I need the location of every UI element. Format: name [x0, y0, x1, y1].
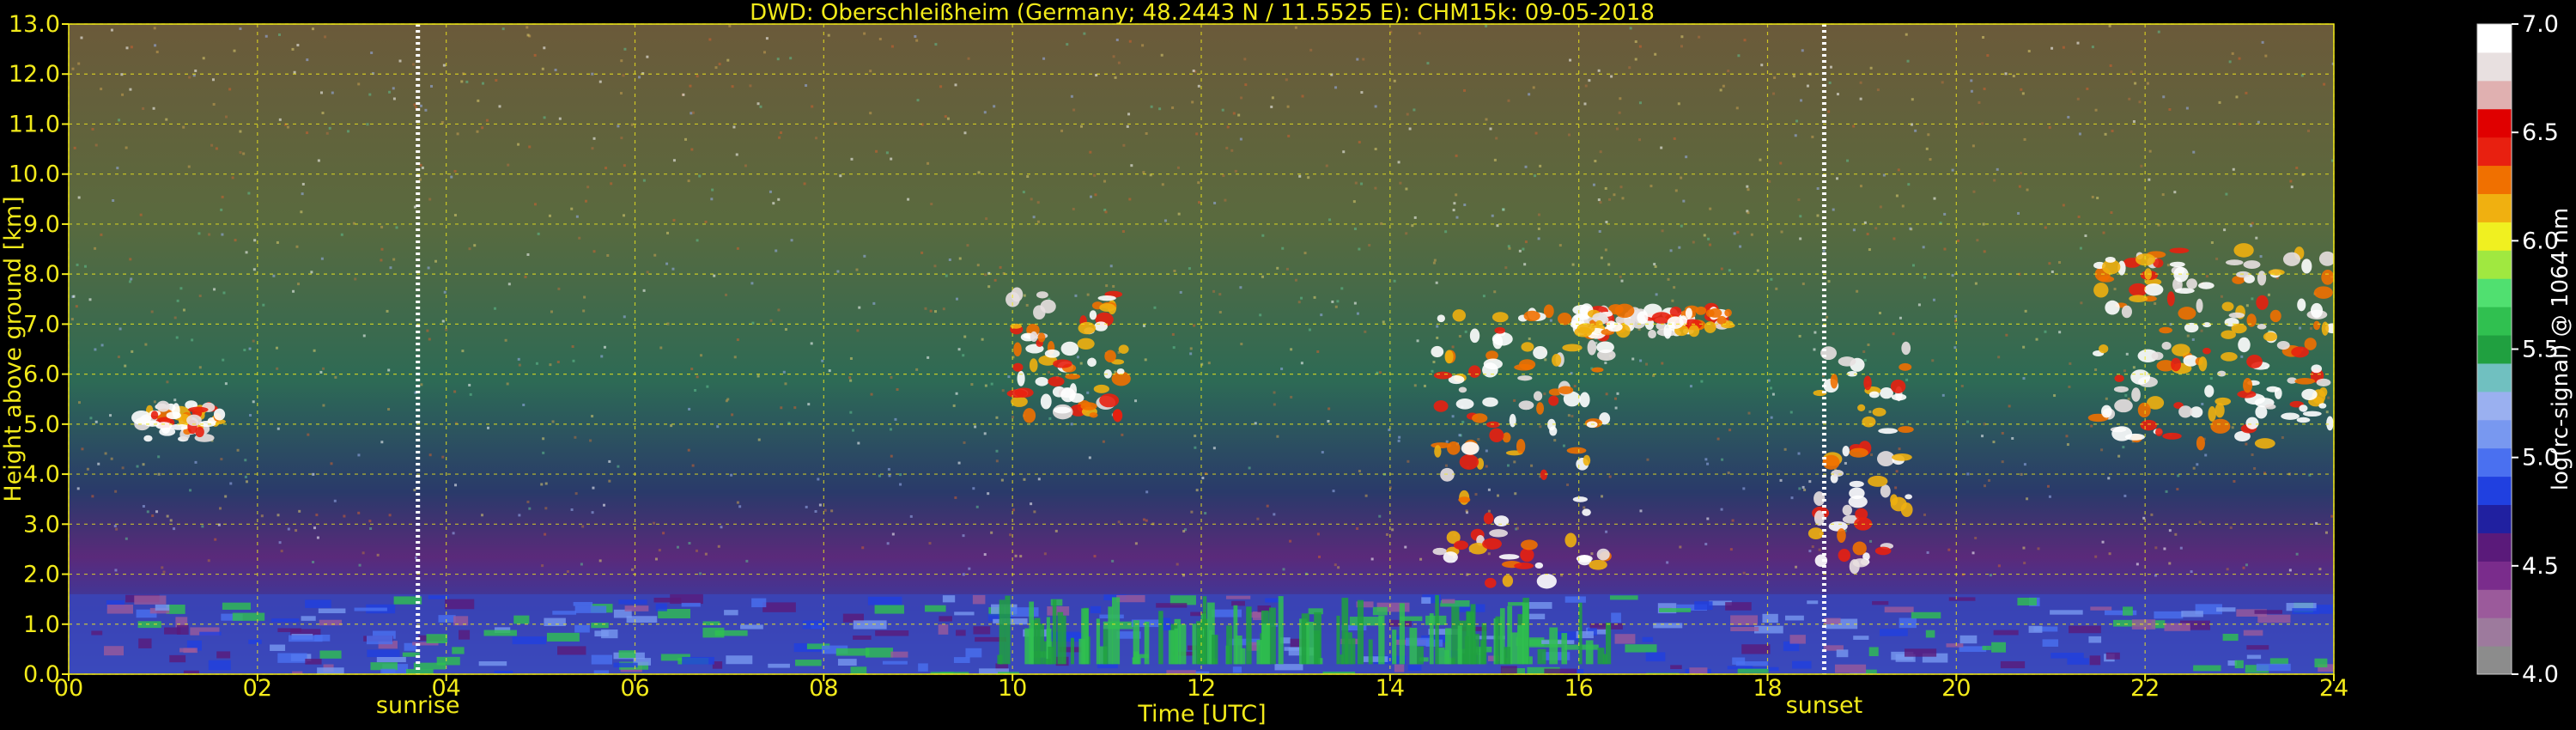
- y-tick-3.0: 3.0: [23, 511, 60, 538]
- colorbar-swatch: [2477, 307, 2512, 336]
- colorbar-swatch: [2477, 391, 2512, 421]
- ceilometer-chart: sunrise sunset 00 02 04 06 08 10 12 14 16 18 20 22 24…: [0, 0, 2573, 727]
- colorbar-swatch: [2477, 335, 2512, 364]
- chart-title: DWD: Oberschleißheim (Germany; 48.2443 N…: [750, 0, 1655, 26]
- y-tick-2.0: 2.0: [23, 562, 60, 588]
- colorbar: 4.04.55.05.56.06.57.0: [2476, 11, 2559, 688]
- colorbar-swatch: [2477, 80, 2512, 110]
- colorbar-label: log(rc-signal) @ 1064 nm: [2548, 208, 2573, 490]
- plot-area: [69, 24, 2334, 674]
- y-tick-7.0: 7.0: [23, 311, 60, 338]
- colorbar-swatch: [2477, 222, 2512, 251]
- x-tick-18: 18: [1753, 675, 1782, 702]
- y-tick-8.0: 8.0: [23, 261, 60, 288]
- y-tick-6.0: 6.0: [23, 362, 60, 388]
- colorbar-swatch: [2477, 250, 2512, 279]
- colorbar-swatch: [2477, 137, 2512, 167]
- y-axis-label: Height above ground [km]: [0, 196, 27, 502]
- y-tick-12.0: 12.0: [9, 61, 60, 88]
- x-tick-02: 02: [243, 675, 272, 702]
- colorbar-swatch: [2477, 278, 2512, 307]
- x-tick-12: 12: [1187, 675, 1216, 702]
- y-tick-4.0: 4.0: [23, 461, 60, 488]
- y-tick-9.0: 9.0: [23, 211, 60, 238]
- colorbar-swatch: [2477, 165, 2512, 194]
- x-tick-16: 16: [1564, 675, 1593, 702]
- x-tick-04: 04: [431, 675, 460, 702]
- colorbar-swatch: [2477, 193, 2512, 222]
- x-tick-08: 08: [809, 675, 838, 702]
- colorbar-swatch: [2477, 561, 2512, 590]
- x-tick-06: 06: [620, 675, 649, 702]
- colorbar-swatch: [2477, 504, 2512, 533]
- x-axis-label: Time [UTC]: [1137, 701, 1266, 727]
- feature-boundary-layer: [69, 593, 2334, 674]
- colorbar-tick-6.5: 6.5: [2522, 119, 2559, 146]
- colorbar-swatch: [2477, 24, 2512, 53]
- colorbar-swatch: [2477, 108, 2512, 138]
- x-tick-20: 20: [1941, 675, 1971, 702]
- colorbar-swatch: [2477, 419, 2512, 449]
- colorbar-swatch: [2477, 362, 2512, 392]
- y-tick-1.0: 1.0: [23, 611, 60, 638]
- y-tick-5.0: 5.0: [23, 411, 60, 438]
- colorbar-swatch: [2477, 617, 2512, 647]
- y-tick-13.0: 13.0: [9, 11, 60, 38]
- x-tick-10: 10: [998, 675, 1027, 702]
- y-tick-10.0: 10.0: [9, 161, 60, 188]
- colorbar-tick-4.0: 4.0: [2522, 661, 2559, 688]
- colorbar-swatch: [2477, 447, 2512, 478]
- colorbar-tick-4.5: 4.5: [2522, 553, 2559, 580]
- colorbar-swatch: [2477, 532, 2512, 562]
- colorbar-swatch: [2477, 476, 2512, 506]
- x-tick-24: 24: [2319, 675, 2348, 702]
- sunset-label: sunset: [1786, 692, 1863, 719]
- colorbar-swatch: [2477, 589, 2512, 618]
- colorbar-swatch: [2477, 52, 2512, 82]
- colorbar-tick-7.0: 7.0: [2522, 11, 2559, 38]
- y-tick-11.0: 11.0: [9, 111, 60, 137]
- x-tick-22: 22: [2130, 675, 2160, 702]
- x-tick-14: 14: [1376, 675, 1405, 702]
- colorbar-swatch: [2477, 646, 2512, 675]
- y-tick-0.0: 0.0: [23, 661, 60, 688]
